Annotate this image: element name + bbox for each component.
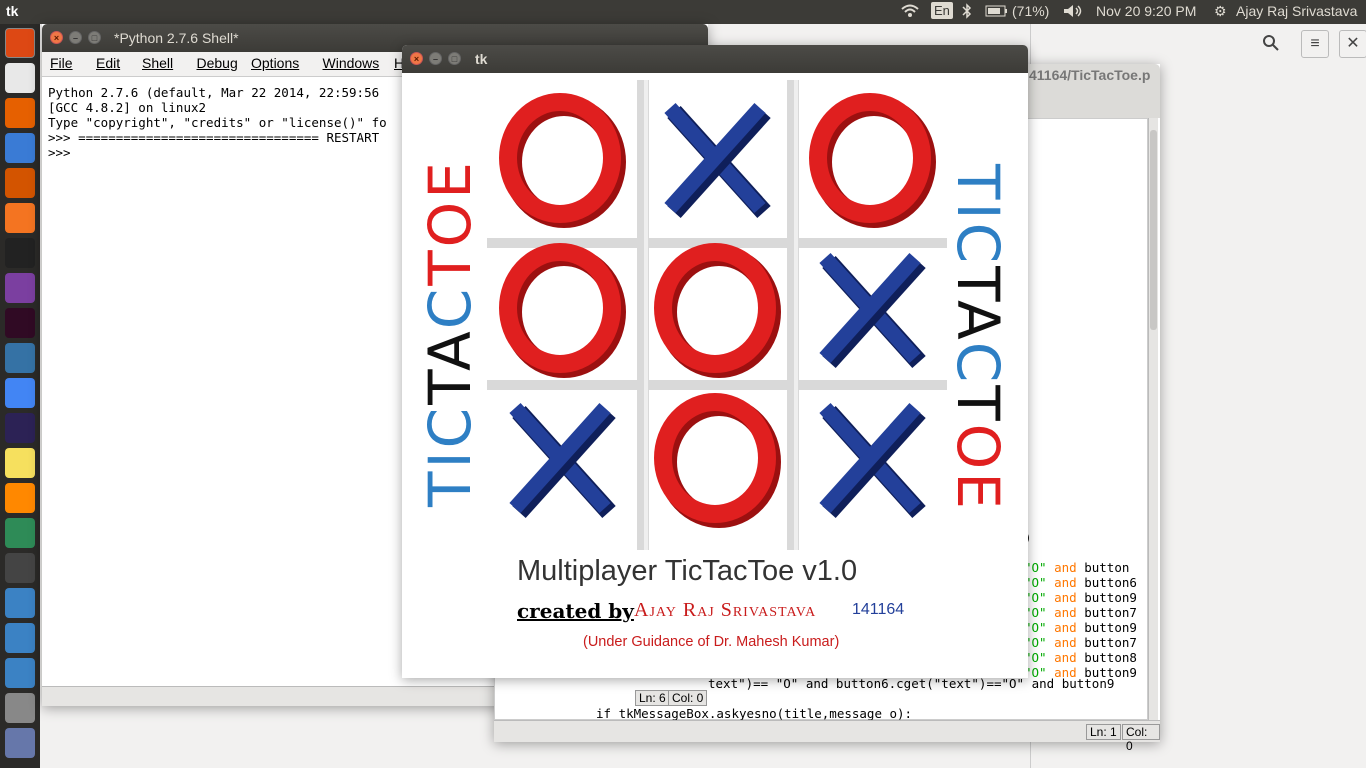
tk-window: × – □ tk TICTACTOE TICTACTOE Multiplayer…	[402, 45, 1028, 678]
idle-2-icon[interactable]	[5, 623, 35, 653]
code-line: "O" and button7	[1024, 605, 1137, 620]
search-icon[interactable]	[1262, 34, 1280, 57]
editor-col-indicator: Col: 0	[1122, 724, 1160, 753]
shell-line-indicator: Ln: 6	[635, 690, 670, 706]
chromium-icon[interactable]	[5, 378, 35, 408]
side-title-right: TICTACTOE	[944, 163, 1012, 512]
code-line: "O" and button7	[1024, 635, 1137, 650]
python-icon[interactable]	[5, 343, 35, 373]
menu-edit[interactable]: Edit	[96, 55, 120, 71]
vlc-icon[interactable]	[5, 483, 35, 513]
keyboard-layout-indicator[interactable]: En	[931, 2, 953, 19]
guidance-text: (Under Guidance of Dr. Mahesh Kumar)	[583, 634, 840, 650]
battery-percentage[interactable]: (71%)	[1012, 3, 1049, 19]
bluetooth-icon[interactable]	[962, 3, 972, 22]
window-title: 41164/TicTacToe.p	[1029, 67, 1151, 83]
volume-icon[interactable]	[1062, 3, 1084, 22]
minimize-icon[interactable]: –	[69, 31, 82, 44]
files-icon[interactable]	[5, 63, 35, 93]
ubuntu-dash-icon[interactable]	[5, 28, 35, 58]
x-mark	[509, 402, 616, 519]
shell-line: Python 2.7.6 (default, Mar 22 2014, 22:5…	[48, 85, 380, 100]
editor-code-line: text")== "O" and button6.cget("text")=="…	[708, 676, 1115, 691]
code-line: "O" and button9	[1024, 590, 1137, 605]
unity-tweak-icon[interactable]	[5, 273, 35, 303]
usb-icon[interactable]	[5, 728, 35, 758]
idle-3-icon[interactable]	[5, 658, 35, 688]
active-app-title: tk	[6, 3, 19, 19]
menu-file[interactable]: File	[50, 55, 73, 71]
code-line: "O" and button6	[1024, 575, 1137, 590]
software-center-icon[interactable]	[5, 203, 35, 233]
idle-1-icon[interactable]	[5, 588, 35, 618]
editor-code-tail: )"O" and button"O" and button6"O" and bu…	[1024, 530, 1137, 680]
top-panel: tk En (71%) Nov 20 9:20 PM ⚙ Ajay Raj Sr…	[0, 0, 1366, 24]
eclipse-icon[interactable]	[5, 413, 35, 443]
code-line: "O" and button9	[1024, 620, 1137, 635]
close-icon[interactable]: ×	[50, 31, 63, 44]
clock[interactable]: Nov 20 9:20 PM	[1096, 3, 1196, 19]
side-title-left: TICTACTOE	[416, 158, 484, 507]
minimize-icon[interactable]: –	[429, 52, 442, 65]
tictactoe-board	[487, 80, 947, 550]
o-mark	[654, 393, 781, 528]
shell-line: >>> ================================ RES…	[48, 130, 380, 145]
window-title: *Python 2.7.6 Shell*	[114, 30, 239, 46]
x-mark	[819, 252, 926, 369]
o-mark	[499, 243, 626, 378]
o-mark	[499, 93, 626, 228]
author-roll-number: 141164	[852, 601, 905, 618]
window-title: tk	[475, 51, 488, 67]
amazon-icon[interactable]	[5, 238, 35, 268]
calc-icon[interactable]	[5, 518, 35, 548]
editor-statusbar: Ln: 1 Col: 0	[494, 720, 1160, 753]
wifi-icon[interactable]	[900, 3, 920, 22]
impress-icon[interactable]	[5, 168, 35, 198]
user-name[interactable]: Ajay Raj Srivastava	[1236, 3, 1357, 19]
x-mark	[819, 402, 926, 519]
editor-line-indicator: Ln: 1	[1086, 724, 1121, 740]
editor-code-line: if tkMessageBox.askyesno(title,message_o…	[596, 706, 913, 721]
shell-line: >>>	[48, 145, 79, 160]
menu-shell[interactable]: Shell	[142, 55, 173, 71]
created-by-label: created by	[517, 599, 634, 623]
code-line: "O" and button8	[1024, 650, 1137, 665]
battery-icon[interactable]	[985, 3, 1009, 22]
tk-titlebar[interactable]: × – □ tk	[402, 45, 1028, 73]
game-heading: Multiplayer TicTacToe v1.0	[517, 555, 858, 587]
sticky-notes-icon[interactable]	[5, 448, 35, 478]
o-mark	[654, 243, 781, 378]
editor-scrollbar[interactable]	[1148, 118, 1158, 720]
menu-debug[interactable]: Debug	[197, 55, 238, 71]
code-line: )	[1024, 530, 1137, 545]
help-icon[interactable]	[5, 693, 35, 723]
launcher	[0, 24, 40, 768]
terminal-icon[interactable]	[5, 308, 35, 338]
session-gear-icon[interactable]: ⚙	[1214, 3, 1227, 20]
menu-icon[interactable]: ≡	[1301, 30, 1329, 58]
menu-windows[interactable]: Windows	[323, 55, 380, 71]
writer-icon[interactable]	[5, 133, 35, 163]
close-icon[interactable]: ×	[410, 52, 423, 65]
shell-line: [GCC 4.8.2] on linux2	[48, 100, 207, 115]
maximize-icon[interactable]: □	[448, 52, 461, 65]
author-name: Ajay Raj Srivastava	[634, 599, 817, 621]
menu-options[interactable]: Options	[251, 55, 299, 71]
x-mark	[664, 102, 771, 219]
maximize-icon[interactable]: □	[88, 31, 101, 44]
code-line: "O" and button	[1024, 560, 1130, 575]
shell-output: Python 2.7.6 (default, Mar 22 2014, 22:5…	[48, 85, 387, 160]
firefox-icon[interactable]	[5, 98, 35, 128]
shell-col-indicator: Col: 0	[668, 690, 708, 706]
switch-icon[interactable]	[5, 553, 35, 583]
shell-line: Type "copyright", "credits" or "license(…	[48, 115, 387, 130]
close-icon[interactable]: ✕	[1339, 30, 1366, 58]
o-mark	[809, 93, 936, 228]
